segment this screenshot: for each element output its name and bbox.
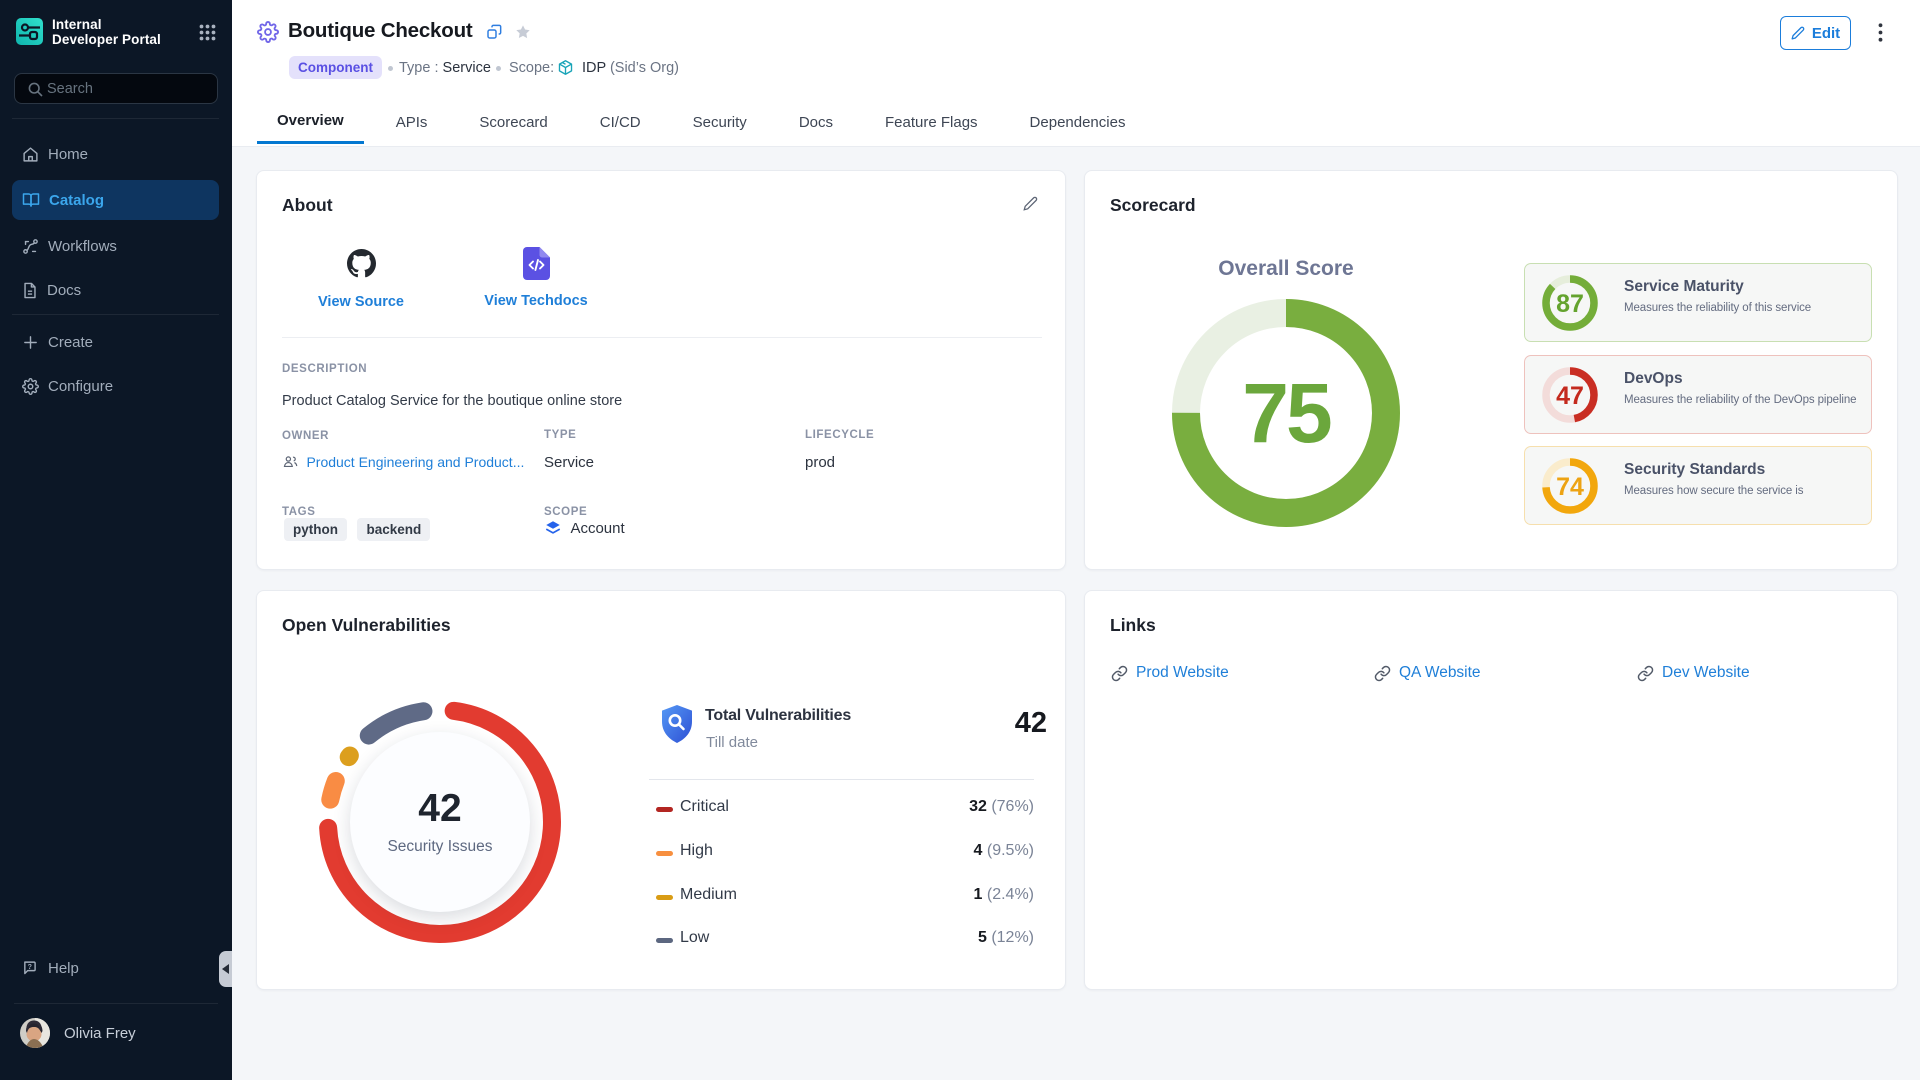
svg-text:47: 47: [1556, 382, 1584, 410]
svg-text:75: 75: [1242, 366, 1331, 460]
svg-text:74: 74: [1556, 473, 1584, 501]
svg-text:87: 87: [1556, 290, 1584, 318]
svg-text:?: ?: [28, 962, 32, 970]
